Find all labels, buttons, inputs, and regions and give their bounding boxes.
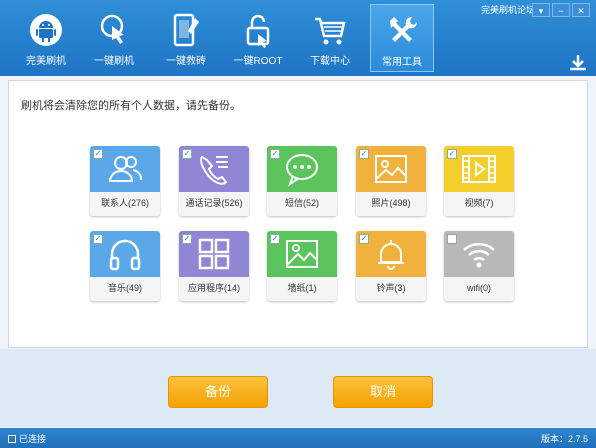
- wifi-icon: [463, 242, 495, 268]
- hand-tap-icon: [100, 14, 124, 44]
- tile-sms[interactable]: ✓ 短信(52): [267, 146, 337, 216]
- checkbox[interactable]: ✓: [93, 149, 103, 159]
- close-icon[interactable]: ✕: [572, 3, 590, 17]
- sms-bubble-icon: [286, 154, 318, 187]
- tile-label: 联系人(276): [90, 192, 160, 216]
- version-label: 版本：2.7.5: [540, 434, 588, 444]
- checkbox[interactable]: ✓: [359, 149, 369, 159]
- wallpaper-icon: [286, 240, 318, 268]
- app-window: 完美刷机论坛 ▾ − ✕ 完美刷机 一键刷机 一键救砖 一键ROOT 下载中心 …: [0, 0, 596, 448]
- checkbox[interactable]: ✓: [93, 234, 103, 244]
- minimize-icon[interactable]: −: [552, 3, 570, 17]
- tile-wifi[interactable]: wifi(0): [444, 231, 514, 301]
- backup-notice: 刷机将会清除您的所有个人数据，请先备份。: [21, 100, 241, 112]
- tab-label: 一键ROOT: [233, 56, 283, 67]
- tile-label: 照片(498): [356, 192, 426, 216]
- checkbox[interactable]: ✓: [270, 149, 280, 159]
- checkbox[interactable]: ✓: [182, 234, 192, 244]
- checkbox[interactable]: ✓: [447, 149, 457, 159]
- backup-button[interactable]: 备份: [168, 376, 268, 408]
- connection-status: 已连接: [8, 432, 46, 445]
- tile-label: 应用程序(14): [179, 277, 249, 301]
- tile-label: 视频(7): [444, 192, 514, 216]
- apps-grid-icon: [198, 238, 230, 270]
- video-icon: [462, 155, 496, 183]
- tools-icon: [390, 16, 418, 42]
- tile-label: 短信(52): [267, 192, 337, 216]
- tab-one-click-flash[interactable]: 一键刷机: [82, 4, 146, 72]
- checkbox[interactable]: ✓: [270, 234, 280, 244]
- tile-wallpaper[interactable]: ✓ 墙纸(1): [267, 231, 337, 301]
- tab-label: 下载中心: [310, 56, 350, 67]
- tile-contacts[interactable]: ✓ 联系人(276): [90, 146, 160, 216]
- unlock-icon: [246, 14, 270, 48]
- phone-wrench-icon: [173, 13, 199, 47]
- photo-icon: [375, 155, 407, 183]
- tile-photos[interactable]: ✓ 照片(498): [356, 146, 426, 216]
- tile-music[interactable]: ✓ 音乐(49): [90, 231, 160, 301]
- android-robot-icon: [30, 14, 62, 46]
- tab-flash-home[interactable]: 完美刷机: [14, 4, 78, 72]
- tile-label: wifi(0): [444, 277, 514, 301]
- shopping-cart-icon: [315, 17, 346, 45]
- tile-label: 通话记录(526): [179, 192, 249, 216]
- tile-videos[interactable]: ✓ 视频(7): [444, 146, 514, 216]
- connection-text: 已连接: [19, 434, 47, 444]
- tile-call-log[interactable]: ✓ 通话记录(526): [179, 146, 249, 216]
- checkbox[interactable]: [447, 234, 457, 244]
- tile-label: 音乐(49): [90, 277, 160, 301]
- tile-ringtones[interactable]: ✓ 铃声(3): [356, 231, 426, 301]
- download-icon[interactable]: [568, 54, 588, 72]
- tile-label: 铃声(3): [356, 277, 426, 301]
- tab-label: 完美刷机: [26, 56, 66, 67]
- contacts-icon: [108, 156, 143, 182]
- tile-apps[interactable]: ✓ 应用程序(14): [179, 231, 249, 301]
- top-toolbar: 完美刷机论坛 ▾ − ✕ 完美刷机 一键刷机 一键救砖 一键ROOT 下载中心 …: [0, 0, 596, 76]
- tab-label: 一键刷机: [94, 56, 134, 67]
- tab-label: 一键救砖: [166, 56, 206, 67]
- menu-dropdown-icon[interactable]: ▾: [532, 3, 550, 17]
- tab-download-center[interactable]: 下载中心: [298, 4, 362, 72]
- action-bar: [0, 349, 596, 427]
- forum-link[interactable]: 完美刷机论坛: [481, 3, 535, 16]
- bell-icon: [378, 240, 404, 270]
- cancel-button[interactable]: 取消: [333, 376, 433, 408]
- tab-common-tools[interactable]: 常用工具: [370, 4, 434, 72]
- connection-icon: [8, 435, 16, 443]
- checkbox[interactable]: ✓: [359, 234, 369, 244]
- status-bar: 已连接 版本：2.7.5: [0, 428, 596, 448]
- tile-label: 墙纸(1): [267, 277, 337, 301]
- tab-root[interactable]: 一键ROOT: [226, 4, 290, 72]
- tab-unbrick[interactable]: 一键救砖: [154, 4, 218, 72]
- checkbox[interactable]: ✓: [182, 149, 192, 159]
- headphones-icon: [109, 239, 141, 271]
- tab-label: 常用工具: [382, 57, 422, 68]
- phone-call-log-icon: [200, 155, 228, 185]
